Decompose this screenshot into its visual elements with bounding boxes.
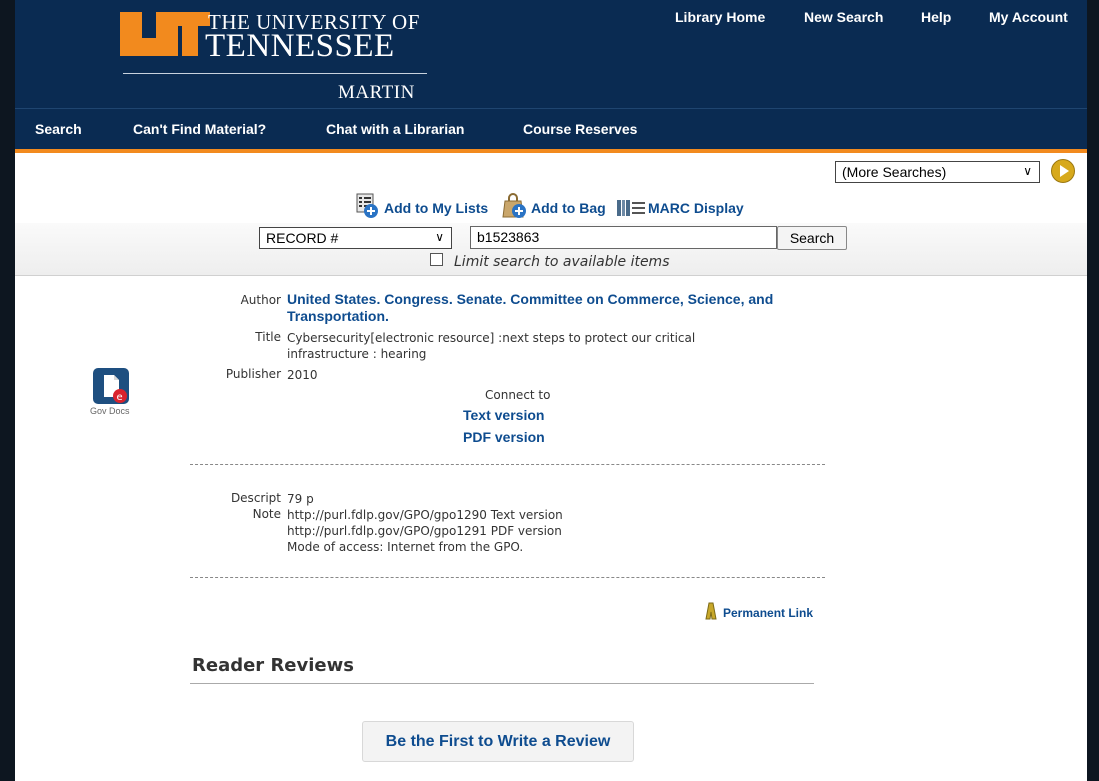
help-link[interactable]: Help xyxy=(921,9,951,25)
add-to-lists-icon xyxy=(356,193,378,218)
title-label: Title xyxy=(255,330,281,344)
add-to-my-lists-link[interactable]: Add to My Lists xyxy=(384,200,488,216)
nav-item-chat-librarian[interactable]: Chat with a Librarian xyxy=(326,121,464,137)
main-nav: Search Can't Find Material? Chat with a … xyxy=(15,108,1087,153)
my-account-link[interactable]: My Account xyxy=(989,9,1068,25)
add-to-bag-link[interactable]: Add to Bag xyxy=(531,200,606,216)
note-label: Note xyxy=(252,507,281,521)
author-link-line2[interactable]: Transportation. xyxy=(287,308,389,324)
gov-docs-caption: Gov Docs xyxy=(90,406,130,416)
ut-logo-icon[interactable] xyxy=(120,12,210,56)
more-searches-select[interactable]: (More Searches) ∨ xyxy=(835,161,1040,183)
descript-value: 79 p xyxy=(287,492,314,506)
search-button[interactable]: Search xyxy=(777,226,847,250)
marc-display-icon xyxy=(617,200,645,216)
reviews-divider xyxy=(190,683,814,684)
logo-divider xyxy=(123,73,427,74)
search-input[interactable]: b1523863 xyxy=(470,226,777,249)
chevron-down-icon: ∨ xyxy=(435,230,444,244)
note-value: http://purl.fdlp.gov/GPO/gpo1290 Text ve… xyxy=(287,507,563,555)
author-value[interactable]: United States. Congress. Senate. Committ… xyxy=(287,291,773,325)
author-label: Author xyxy=(240,293,281,307)
author-link-line1[interactable]: United States. Congress. Senate. Committ… xyxy=(287,291,773,307)
nav-item-course-reserves[interactable]: Course Reserves xyxy=(523,121,637,137)
reader-reviews-heading: Reader Reviews xyxy=(192,655,354,676)
search-field-value: RECORD # xyxy=(266,230,339,246)
logo-line-3: MARTIN xyxy=(338,82,415,103)
marc-display-link[interactable]: MARC Display xyxy=(648,200,744,216)
permanent-link-icon xyxy=(705,602,717,620)
text-version-link[interactable]: Text version xyxy=(463,407,544,423)
divider xyxy=(190,464,825,465)
write-review-button[interactable]: Be the First to Write a Review xyxy=(362,721,634,762)
logo-line-2: TENNESSEE xyxy=(205,28,395,64)
nav-item-cant-find-material[interactable]: Can't Find Material? xyxy=(133,121,266,137)
svg-text:e: e xyxy=(117,392,123,403)
new-search-link[interactable]: New Search xyxy=(804,9,883,25)
title-line2: infrastructure : hearing xyxy=(287,347,427,361)
note-line1: http://purl.fdlp.gov/GPO/gpo1290 Text ve… xyxy=(287,508,563,522)
page: THE UNIVERSITY OF TENNESSEE MARTIN Libra… xyxy=(15,0,1087,781)
pdf-version-link[interactable]: PDF version xyxy=(463,429,545,445)
shopping-bag-icon xyxy=(502,193,526,218)
descript-label: Descript xyxy=(230,491,281,505)
gov-docs-icon: e xyxy=(93,368,129,404)
title-value: Cybersecurity[electronic resource] :next… xyxy=(287,330,695,362)
title-line1: Cybersecurity[electronic resource] :next… xyxy=(287,331,696,345)
note-line2: http://purl.fdlp.gov/GPO/gpo1291 PDF ver… xyxy=(287,524,562,538)
site-header: THE UNIVERSITY OF TENNESSEE MARTIN Libra… xyxy=(15,0,1087,108)
search-field-select[interactable]: RECORD # ∨ xyxy=(259,227,452,249)
limit-available-checkbox[interactable] xyxy=(430,253,443,266)
divider xyxy=(190,577,825,578)
limit-available-label: Limit search to available items xyxy=(454,254,670,270)
note-line3: Mode of access: Internet from the GPO. xyxy=(287,540,524,554)
publisher-value: 2010 xyxy=(287,368,318,382)
publisher-label: Publisher xyxy=(225,367,281,381)
connect-to-label: Connect to xyxy=(485,388,551,402)
more-searches-value: (More Searches) xyxy=(842,164,947,180)
library-home-link[interactable]: Library Home xyxy=(675,9,765,25)
go-arrow-icon[interactable] xyxy=(1051,159,1075,183)
chevron-down-icon: ∨ xyxy=(1023,164,1032,178)
nav-item-search[interactable]: Search xyxy=(35,121,82,137)
permanent-link[interactable]: Permanent Link xyxy=(723,606,813,620)
